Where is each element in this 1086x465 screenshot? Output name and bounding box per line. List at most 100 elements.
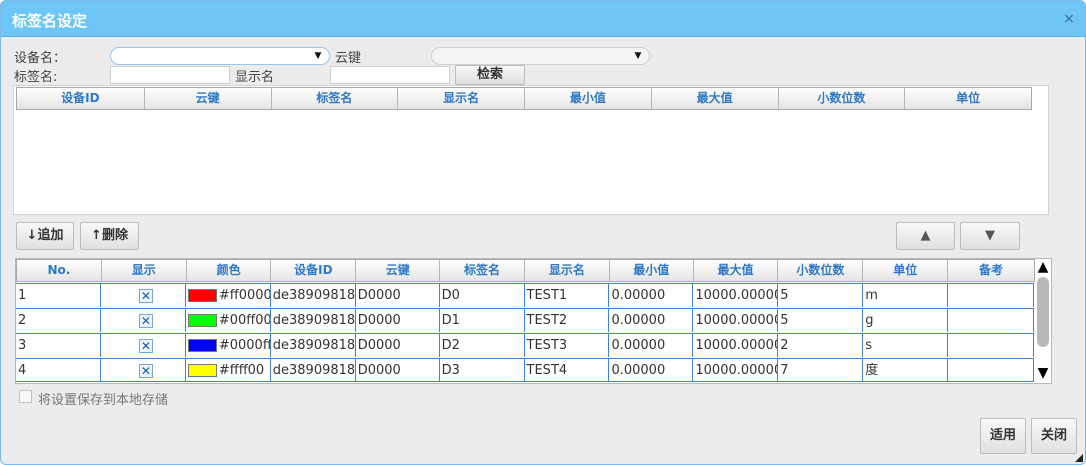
device-id-cell: de38909818 [271, 359, 356, 381]
column-cloud-key[interactable]: 云键 [145, 88, 272, 109]
column-color[interactable]: 颜色 [187, 260, 272, 281]
color-swatch[interactable] [187, 314, 217, 327]
color-swatch[interactable] [187, 364, 217, 377]
column-device-id[interactable]: 设备ID [17, 88, 145, 109]
tag-name-label: 标签名: [14, 70, 58, 85]
cloud-key-cell: D0000 [356, 359, 440, 381]
scroll-down-icon[interactable]: ▼ [1035, 365, 1051, 381]
chevron-down-icon[interactable]: ▼ [630, 49, 646, 63]
display-name-cell: TEST4 [525, 359, 610, 381]
device-id-cell: de38909818 [271, 309, 356, 332]
unit-cell: g [863, 309, 949, 332]
tag-settings-grid: No. 显示 颜色 设备ID 云键 标签名 显示名 最小值 最大值 小数位数 单… [15, 258, 1052, 384]
max-value-cell: 10000.00000 [693, 359, 779, 381]
color-value: #00ff00 [218, 313, 271, 328]
column-unit[interactable]: 单位 [863, 260, 949, 281]
column-unit[interactable]: 单位 [905, 88, 1031, 109]
note-cell [948, 359, 1035, 381]
apply-button[interactable]: 适用 [980, 418, 1026, 454]
row-no: 3 [16, 334, 101, 357]
column-decimals[interactable]: 小数位数 [778, 260, 864, 281]
resize-grip-icon[interactable] [1075, 454, 1083, 462]
color-value: #0000ff [218, 338, 271, 353]
device-name-label: 设备名： [14, 51, 67, 66]
row-no: 1 [16, 284, 101, 307]
column-display-name[interactable]: 显示名 [525, 260, 610, 281]
display-name-label: 显示名 [235, 70, 275, 85]
decimals-cell: 2 [778, 334, 864, 357]
column-display-name[interactable]: 显示名 [398, 88, 525, 109]
column-device-id[interactable]: 设备ID [271, 260, 357, 281]
save-local-checkbox[interactable] [19, 390, 32, 403]
color-swatch[interactable] [187, 339, 217, 352]
column-show[interactable]: 显示 [102, 260, 187, 281]
column-max-value[interactable]: 最大值 [652, 88, 779, 109]
device-name-select[interactable]: ▼ [110, 47, 330, 65]
title-bar[interactable]: 标签名设定 × [1, 1, 1085, 37]
decimals-cell: 5 [778, 309, 864, 332]
table-row[interactable]: 1 ✕ #ff0000 de38909818 D0000 D0 TEST1 0.… [16, 283, 1035, 307]
dialog-title: 标签名设定 [12, 12, 88, 30]
column-cloud-key[interactable]: 云键 [356, 260, 441, 281]
display-name-input[interactable] [330, 66, 450, 84]
unit-cell: 度 [863, 359, 949, 381]
scroll-up-icon[interactable]: ▲ [1035, 259, 1051, 275]
column-max-value[interactable]: 最大值 [694, 260, 779, 281]
device-id-cell: de38909818 [271, 284, 356, 307]
scrollbar-thumb[interactable] [1037, 277, 1049, 347]
column-tag-name[interactable]: 标签名 [272, 88, 399, 109]
color-value: #ff0000 [218, 288, 271, 303]
min-value-cell: 0.00000 [609, 309, 694, 332]
note-cell [948, 284, 1035, 307]
max-value-cell: 10000.00000 [693, 284, 779, 307]
min-value-cell: 0.00000 [609, 334, 694, 357]
vertical-scrollbar[interactable]: ▲ ▼ [1035, 259, 1051, 383]
min-value-cell: 0.00000 [609, 359, 694, 381]
tag-name-cell: D3 [440, 359, 525, 381]
row-no: 2 [16, 309, 101, 332]
column-decimals[interactable]: 小数位数 [779, 88, 906, 109]
chevron-down-icon[interactable]: ▼ [310, 49, 326, 63]
show-checkbox[interactable]: ✕ [138, 363, 153, 378]
top-grid-header: 设备ID 云键 标签名 显示名 最小值 最大值 小数位数 单位 [16, 87, 1032, 110]
table-row[interactable]: 2 ✕ #00ff00 de38909818 D0000 D1 TEST2 0.… [16, 308, 1035, 332]
cloud-key-cell: D0000 [356, 309, 440, 332]
cloud-key-cell: D0000 [356, 284, 440, 307]
table-row[interactable]: 4 ✕ #ffff00 de38909818 D0000 D3 TEST4 0.… [16, 358, 1035, 382]
add-button[interactable]: ↓追加 [16, 222, 74, 250]
cloud-key-cell: D0000 [356, 334, 440, 357]
color-swatch[interactable] [187, 289, 217, 302]
delete-button[interactable]: ↑删除 [80, 222, 139, 250]
bottom-grid-header: No. 显示 颜色 设备ID 云键 标签名 显示名 最小值 最大值 小数位数 单… [16, 259, 1035, 282]
max-value-cell: 10000.00000 [693, 334, 779, 357]
decimals-cell: 7 [778, 359, 864, 381]
save-local-label: 将设置保存到本地存储 [38, 393, 169, 408]
max-value-cell: 10000.00000 [693, 309, 779, 332]
unit-cell: s [863, 334, 949, 357]
decimals-cell: 5 [778, 284, 864, 307]
show-checkbox[interactable]: ✕ [138, 313, 153, 328]
close-icon[interactable]: × [1063, 12, 1075, 26]
close-button[interactable]: 关闭 [1031, 418, 1077, 454]
tag-search-results-grid: 设备ID 云键 标签名 显示名 最小值 最大值 小数位数 单位 [13, 85, 1049, 215]
move-down-button[interactable]: ▼ [960, 222, 1020, 250]
device-id-cell: de38909818 [271, 334, 356, 357]
show-checkbox[interactable]: ✕ [138, 338, 153, 353]
tag-name-cell: D0 [440, 284, 525, 307]
cloud-key-select[interactable]: ▼ [431, 47, 650, 65]
tag-name-cell: D1 [440, 309, 525, 332]
cloud-key-label: 云键 [335, 51, 362, 66]
column-min-value[interactable]: 最小值 [525, 88, 652, 109]
tag-name-cell: D2 [440, 334, 525, 357]
column-min-value[interactable]: 最小值 [610, 260, 694, 281]
column-note[interactable]: 备考 [948, 260, 1034, 281]
tag-name-input[interactable] [110, 66, 230, 84]
move-up-button[interactable]: ▲ [896, 222, 955, 250]
column-tag-name[interactable]: 标签名 [440, 260, 525, 281]
column-no[interactable]: No. [17, 260, 102, 281]
note-cell [948, 334, 1035, 357]
search-button[interactable]: 检索 [455, 65, 525, 85]
display-name-cell: TEST2 [525, 309, 610, 332]
show-checkbox[interactable]: ✕ [138, 288, 153, 303]
table-row[interactable]: 3 ✕ #0000ff de38909818 D0000 D2 TEST3 0.… [16, 333, 1035, 357]
